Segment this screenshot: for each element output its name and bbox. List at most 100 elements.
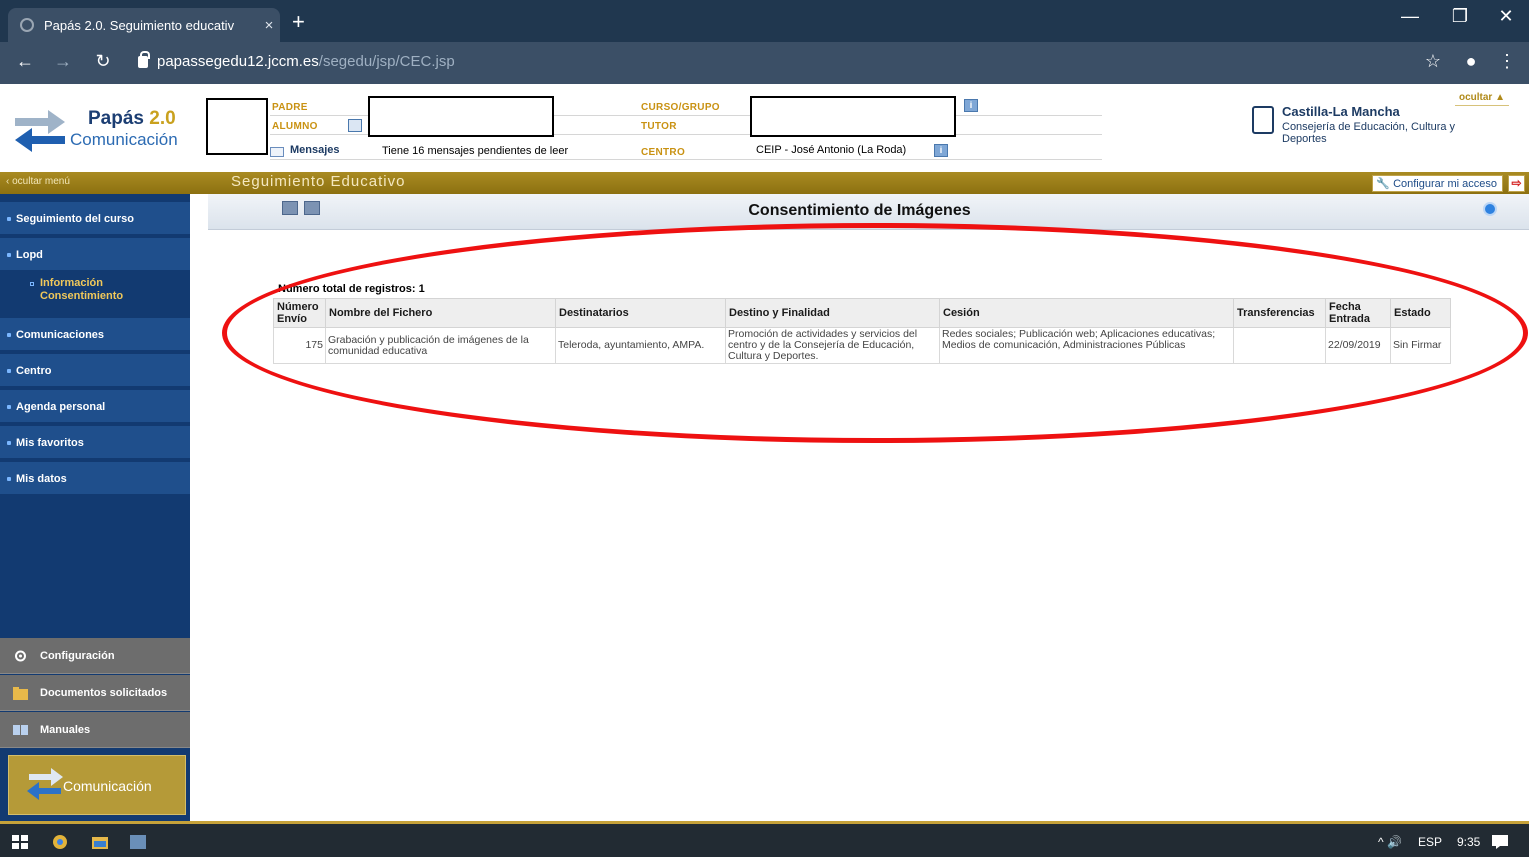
column-header[interactable]: Nombre del Fichero bbox=[325, 298, 556, 328]
clock[interactable]: 9:35 bbox=[1457, 835, 1480, 849]
new-tab-button[interactable]: + bbox=[292, 10, 305, 34]
brand-name: Papás 2.0 bbox=[88, 108, 176, 129]
cell-cesion: Redes sociales; Publicación web; Aplicac… bbox=[939, 327, 1234, 364]
gear-icon bbox=[15, 650, 26, 662]
section-bar: ‹ ocultar menú Seguimiento Educativo 🔧 C… bbox=[0, 172, 1529, 194]
cell-fecha: 22/09/2019 bbox=[1325, 327, 1391, 364]
url-field[interactable]: papassegedu12.jccm.es/segedu/jsp/CEC.jsp bbox=[138, 50, 455, 70]
browser-tab[interactable]: Papás 2.0. Seguimiento educativ × bbox=[8, 8, 280, 42]
sidebar-item-mis-datos[interactable]: Mis datos bbox=[0, 462, 190, 496]
column-header[interactable]: Número Envío bbox=[273, 298, 326, 328]
student-info-panel: PADRE ALUMNO CURSO/GRUPO TUTOR CENTRO i … bbox=[270, 96, 1102, 160]
menu-kebab-icon[interactable]: ⋮ bbox=[1494, 51, 1520, 72]
bullet-icon bbox=[7, 441, 11, 445]
sidebar-bottom-label: Documentos solicitados bbox=[40, 687, 168, 699]
papas-logo[interactable]: Papás 2.0 Comunicación bbox=[10, 106, 185, 161]
restore-button[interactable]: ❐ bbox=[1440, 6, 1480, 27]
sidebar: Seguimiento del curso Lopd Información C… bbox=[0, 194, 190, 821]
jccm-logo: Castilla-La Mancha Consejería de Educaci… bbox=[1252, 104, 1492, 145]
cell-transferencias bbox=[1233, 327, 1326, 364]
sidebar-item-lopd[interactable]: Lopd bbox=[0, 238, 190, 272]
column-header[interactable]: Cesión bbox=[939, 298, 1234, 328]
column-header[interactable]: Fecha Entrada bbox=[1325, 298, 1391, 328]
redacted-parent-student bbox=[368, 96, 554, 137]
column-header[interactable]: Destinatarios bbox=[555, 298, 726, 328]
content-header: Consentimiento de Imágenes bbox=[190, 194, 1529, 230]
tab-close-button[interactable]: × bbox=[258, 17, 280, 34]
hide-menu-button[interactable]: ‹ ocultar menú bbox=[6, 176, 70, 187]
sidebar-item-comunicaciones[interactable]: Comunicaciones bbox=[0, 318, 190, 352]
comunicacion-logo[interactable]: Comunicación bbox=[8, 755, 186, 815]
lock-icon bbox=[138, 50, 150, 68]
bullet-icon bbox=[7, 405, 11, 409]
notifications-icon[interactable] bbox=[1492, 835, 1508, 849]
alumno-label: ALUMNO bbox=[272, 121, 318, 132]
cell-numero: 175 bbox=[273, 327, 326, 364]
system-tray-icons[interactable]: ^ 🔊 bbox=[1378, 835, 1402, 849]
gov-subtitle: Consejería de Educación, Cultura y Depor… bbox=[1282, 121, 1456, 145]
book-icon bbox=[13, 725, 28, 735]
sidebar-documentos[interactable]: Documentos solicitados bbox=[0, 675, 190, 711]
coat-of-arms-icon bbox=[1252, 106, 1274, 134]
folder-icon bbox=[13, 687, 28, 700]
centro-info-icon[interactable]: i bbox=[934, 144, 948, 157]
consent-table: Número Envío Nombre del Fichero Destinat… bbox=[273, 298, 1451, 364]
close-window-button[interactable]: ✕ bbox=[1486, 6, 1526, 27]
chrome-icon[interactable] bbox=[52, 835, 68, 849]
wrench-icon: 🔧 bbox=[1376, 178, 1391, 190]
page-title: Consentimiento de Imágenes bbox=[748, 202, 971, 219]
student-card-icon[interactable] bbox=[348, 119, 362, 132]
bullet-icon bbox=[7, 333, 11, 337]
logout-icon[interactable]: ⇨ bbox=[1508, 175, 1525, 192]
sidebar-manuales[interactable]: Manuales bbox=[0, 712, 190, 748]
centro-label: CENTRO bbox=[641, 147, 686, 158]
centro-value: CEIP - José Antonio (La Roda) bbox=[756, 144, 907, 156]
column-header[interactable]: Transferencias bbox=[1233, 298, 1326, 328]
subitem-label-line1: Información bbox=[40, 277, 103, 289]
sidebar-item-agenda[interactable]: Agenda personal bbox=[0, 390, 190, 424]
gov-title: Castilla-La Mancha bbox=[1282, 104, 1400, 119]
sidebar-bottom-label: Configuración bbox=[40, 650, 115, 662]
minimize-button[interactable]: — bbox=[1390, 6, 1430, 27]
column-header[interactable]: Estado bbox=[1390, 298, 1451, 328]
sidebar-item-seguimiento[interactable]: Seguimiento del curso bbox=[0, 202, 190, 236]
configure-access-button[interactable]: 🔧 Configurar mi acceso bbox=[1372, 175, 1503, 192]
reload-icon[interactable]: ↻ bbox=[90, 51, 116, 72]
records-count: Número total de registros: 1 bbox=[278, 283, 425, 295]
configure-access-label: Configurar mi acceso bbox=[1393, 177, 1497, 190]
student-photo bbox=[206, 98, 268, 155]
mensajes-pending-text[interactable]: Tiene 16 mensajes pendientes de leer bbox=[382, 145, 568, 157]
refresh-icon[interactable] bbox=[1483, 202, 1497, 216]
cell-estado: Sin Firmar bbox=[1390, 327, 1451, 364]
sidebar-item-label: Seguimiento del curso bbox=[16, 213, 134, 225]
sidebar-item-favoritos[interactable]: Mis favoritos bbox=[0, 426, 190, 460]
forward-arrow-icon[interactable]: → bbox=[50, 51, 76, 72]
sidebar-configuracion[interactable]: Configuración bbox=[0, 638, 190, 674]
file-explorer-icon[interactable] bbox=[92, 835, 108, 849]
address-bar: ← → ↻ papassegedu12.jccm.es/segedu/jsp/C… bbox=[0, 42, 1529, 84]
subitem-label-line2: Consentimiento bbox=[40, 290, 124, 302]
sidebar-item-centro[interactable]: Centro bbox=[0, 354, 190, 388]
sidebar-item-label: Centro bbox=[16, 365, 52, 377]
bookmark-star-icon[interactable]: ☆ bbox=[1420, 51, 1446, 72]
windows-start-icon[interactable] bbox=[12, 835, 28, 849]
mensajes-label[interactable]: Mensajes bbox=[290, 144, 340, 156]
table-row[interactable]: 175 Grabación y publicación de imágenes … bbox=[273, 327, 1451, 364]
cell-destinatarios: Teleroda, ayuntamiento, AMPA. bbox=[555, 327, 726, 364]
language-indicator[interactable]: ESP bbox=[1418, 835, 1442, 849]
info-icon[interactable]: i bbox=[964, 99, 978, 112]
app-icon[interactable] bbox=[130, 835, 146, 849]
sidebar-item-label: Comunicaciones bbox=[16, 329, 105, 341]
profile-icon[interactable]: ● bbox=[1458, 51, 1484, 72]
tab-title: Papás 2.0. Seguimiento educativ bbox=[44, 17, 235, 33]
sidebar-item-label: Mis datos bbox=[16, 473, 67, 485]
arrows-logo-icon bbox=[15, 110, 65, 152]
sidebar-item-label: Lopd bbox=[16, 249, 43, 261]
padre-label: PADRE bbox=[272, 102, 308, 113]
back-arrow-icon[interactable]: ← bbox=[12, 51, 38, 72]
column-header[interactable]: Destino y Finalidad bbox=[725, 298, 940, 328]
envelope-icon bbox=[270, 147, 284, 157]
cell-nombre: Grabación y publicación de imágenes de l… bbox=[325, 327, 556, 364]
bullet-icon bbox=[7, 217, 11, 221]
sidebar-subitem-informacion-consentimiento[interactable]: Información Consentimiento bbox=[0, 273, 190, 317]
